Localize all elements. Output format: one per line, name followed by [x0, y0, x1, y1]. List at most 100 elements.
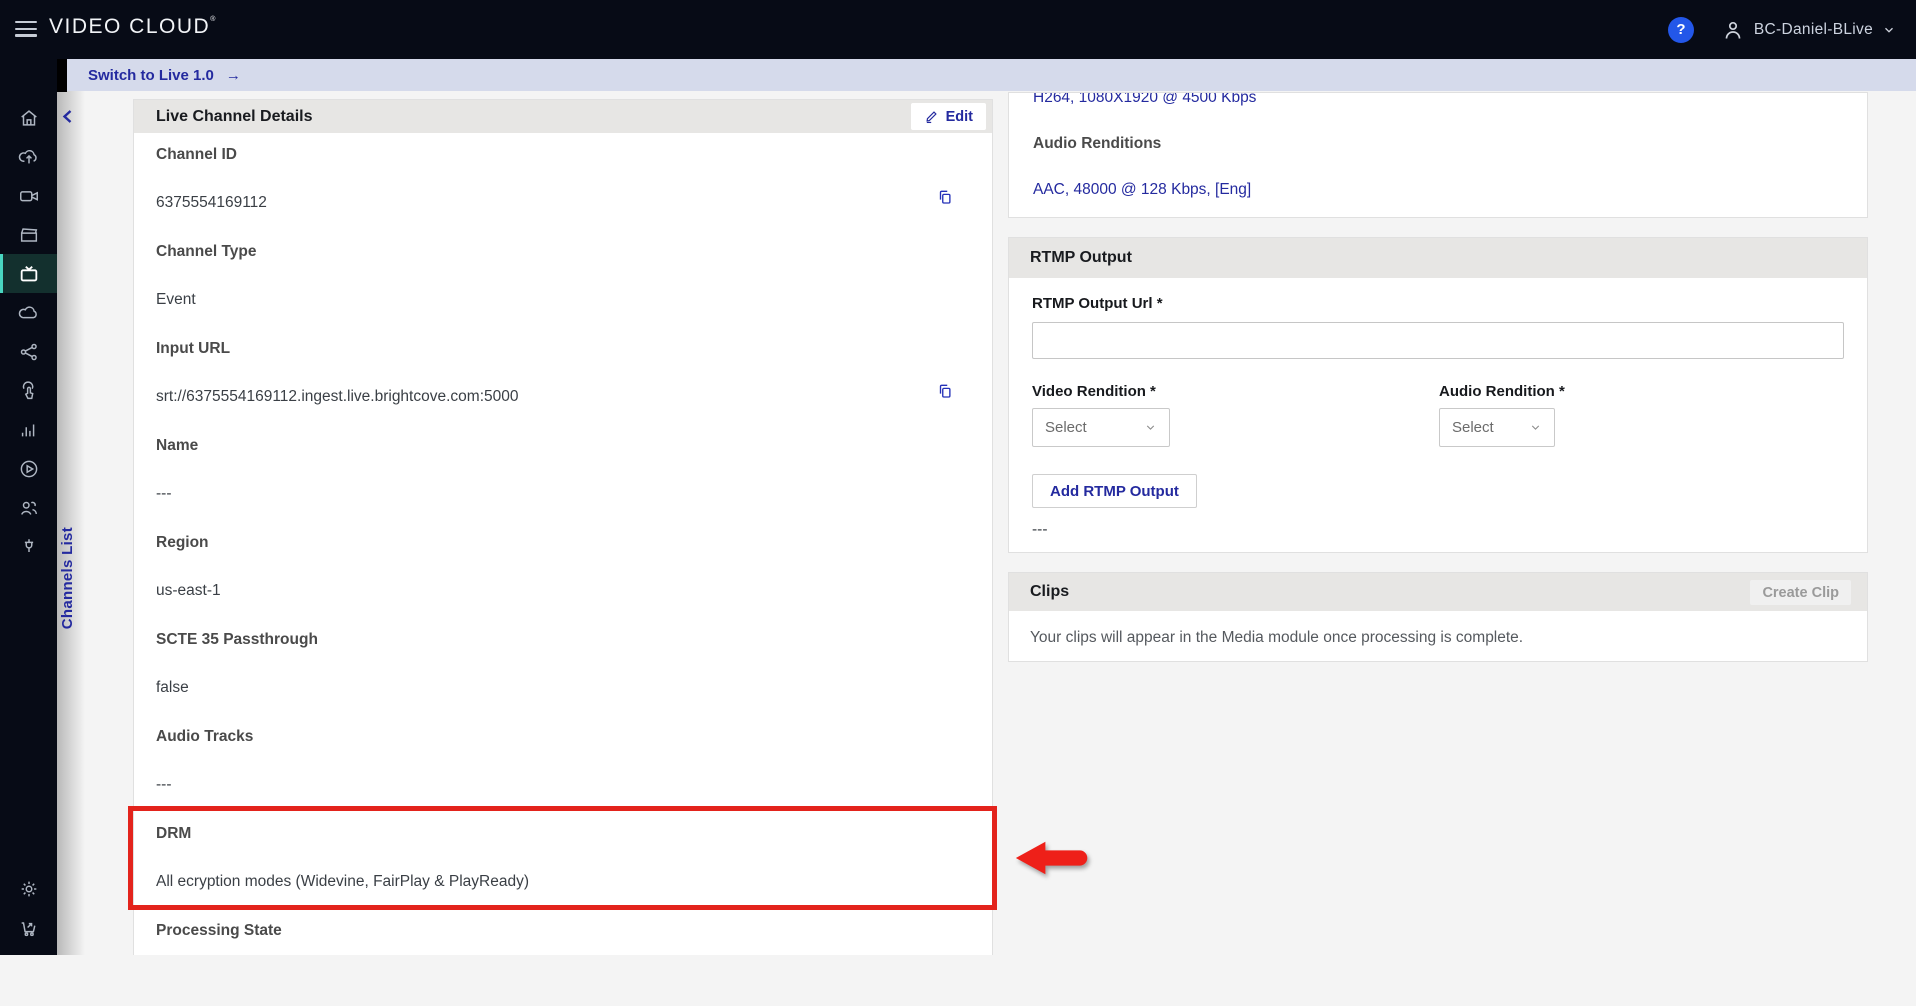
help-icon[interactable]: ?: [1668, 17, 1694, 43]
renditions-card: H264, 1080X1920 @ 4500 Kbps Audio Rendit…: [1008, 92, 1868, 218]
channels-list-tab[interactable]: Channels List: [59, 527, 76, 629]
top-bar: VIDEO CLOUD® ? BC-Daniel-BLive: [0, 0, 1916, 59]
select-placeholder: Select: [1452, 419, 1494, 436]
field-region: Region us-east-1: [134, 521, 992, 618]
field-processing-state: Processing State: [134, 909, 992, 1006]
app-logo: VIDEO CLOUD®: [49, 15, 217, 39]
audio-rendition-link[interactable]: AAC, 48000 @ 128 Kbps, [Eng]: [1033, 181, 1251, 199]
clips-message: Your clips will appear in the Media modu…: [1030, 629, 1523, 647]
field-channel-type: Channel Type Event: [134, 230, 992, 327]
live-channel-details-card: Live Channel Details Edit Channel ID 637…: [133, 99, 993, 955]
sidebar-item-cloud[interactable]: [0, 293, 57, 332]
live-tv-icon: [18, 263, 40, 285]
field-value: us-east-1: [156, 582, 221, 600]
clips-card: Clips Create Clip Your clips will appear…: [1008, 572, 1868, 662]
field-input-url: Input URL srt://6375554169112.ingest.liv…: [134, 327, 992, 424]
play-circle-icon: [18, 458, 40, 480]
gear-icon: [18, 878, 40, 900]
add-rtmp-output-button[interactable]: Add RTMP Output: [1032, 474, 1197, 508]
select-placeholder: Select: [1045, 419, 1087, 436]
field-label: Input URL: [156, 340, 230, 358]
video-camera-icon: [18, 185, 40, 207]
field-label: SCTE 35 Passthrough: [156, 631, 318, 649]
field-value: ---: [156, 485, 172, 503]
cloud-upload-icon: [18, 146, 40, 168]
field-drm: DRM All ecryption modes (Widevine, FairP…: [134, 812, 992, 909]
sidebar-item-social[interactable]: [0, 332, 57, 371]
field-label: Channel Type: [156, 243, 256, 261]
chevron-down-icon: [1882, 23, 1896, 37]
field-value: srt://6375554169112.ingest.live.brightco…: [156, 388, 518, 406]
sidebar-item-settings[interactable]: [0, 869, 57, 908]
switch-banner: Switch to Live 1.0→: [67, 59, 1916, 91]
sidebar-item-analytics[interactable]: [0, 410, 57, 449]
sidebar-item-marketplace[interactable]: [0, 908, 57, 947]
copy-channel-id-button[interactable]: [936, 188, 954, 206]
field-value: Event: [156, 291, 196, 309]
rtmp-output-card: RTMP Output RTMP Output Url * Video Rend…: [1008, 237, 1868, 553]
field-scte35-passthrough: SCTE 35 Passthrough false: [134, 618, 992, 715]
field-name: Name ---: [134, 424, 992, 521]
user-avatar-icon: [1721, 18, 1745, 42]
audio-rendition-label: Audio Rendition *: [1439, 383, 1565, 400]
field-value: false: [156, 679, 189, 697]
field-value: 6375554169112: [156, 194, 267, 212]
field-channel-id: Channel ID 6375554169112: [134, 133, 992, 230]
sidebar-item-media[interactable]: [0, 215, 57, 254]
rtmp-url-input[interactable]: [1032, 322, 1844, 359]
field-value: ---: [156, 776, 172, 794]
field-label: Region: [156, 534, 209, 552]
rtmp-card-title: RTMP Output: [1030, 249, 1132, 267]
share-icon: [18, 341, 40, 363]
video-rendition-link[interactable]: H264, 1080X1920 @ 4500 Kbps: [1033, 92, 1256, 107]
clapperboard-icon: [18, 224, 40, 246]
rtmp-card-header: RTMP Output: [1009, 238, 1867, 278]
pencil-icon: [924, 109, 939, 124]
arrow-right-icon: →: [226, 67, 241, 84]
field-audio-tracks: Audio Tracks ---: [134, 715, 992, 812]
red-arrow-annotation: [1012, 838, 1094, 878]
sidebar-item-integrations[interactable]: [0, 527, 57, 566]
clips-card-title: Clips: [1030, 583, 1069, 601]
audio-rendition-select[interactable]: Select: [1439, 408, 1555, 447]
details-card-title: Live Channel Details: [156, 108, 313, 126]
sidebar-corner-notch: [57, 59, 67, 92]
switch-to-live1-link[interactable]: Switch to Live 1.0→: [88, 67, 241, 84]
sidebar-item-home[interactable]: [0, 98, 57, 137]
clips-card-header: Clips Create Clip: [1009, 573, 1867, 611]
panel-edge-shadow: [57, 91, 85, 955]
plug-icon: [18, 536, 40, 558]
collapse-panel-button[interactable]: [62, 109, 76, 125]
trademark-symbol: ®: [210, 16, 217, 23]
sidebar-item-players[interactable]: [0, 449, 57, 488]
cart-icon: [18, 917, 40, 939]
details-card-header: Live Channel Details Edit: [134, 100, 992, 133]
module-sidebar: [0, 59, 57, 955]
edit-button[interactable]: Edit: [911, 103, 986, 130]
sidebar-item-interactivity[interactable]: [0, 371, 57, 410]
hamburger-menu-icon[interactable]: [15, 21, 37, 38]
field-label: Audio Tracks: [156, 728, 253, 746]
video-rendition-select[interactable]: Select: [1032, 408, 1170, 447]
chevron-down-icon: [1144, 421, 1157, 434]
home-icon: [18, 107, 40, 129]
bar-chart-icon: [18, 419, 40, 441]
touch-pointer-icon: [18, 380, 40, 402]
main-content: Channels List Live Channel Details Edit …: [57, 91, 1916, 955]
sidebar-item-upload[interactable]: [0, 137, 57, 176]
sidebar-item-media-capture[interactable]: [0, 176, 57, 215]
field-label: Name: [156, 437, 198, 455]
chevron-down-icon: [1529, 421, 1542, 434]
user-name: BC-Daniel-BLive: [1754, 21, 1873, 39]
field-label: DRM: [156, 825, 191, 843]
users-icon: [18, 497, 40, 519]
sidebar-item-audience[interactable]: [0, 488, 57, 527]
field-value: All ecryption modes (Widevine, FairPlay …: [156, 873, 529, 891]
sidebar-item-live[interactable]: [0, 254, 57, 293]
user-menu[interactable]: BC-Daniel-BLive: [1721, 18, 1896, 42]
copy-input-url-button[interactable]: [936, 382, 954, 400]
rtmp-outputs-empty-value: ---: [1032, 521, 1048, 539]
field-label: Processing State: [156, 922, 282, 940]
create-clip-button[interactable]: Create Clip: [1750, 580, 1851, 605]
audio-renditions-heading: Audio Renditions: [1033, 135, 1161, 153]
